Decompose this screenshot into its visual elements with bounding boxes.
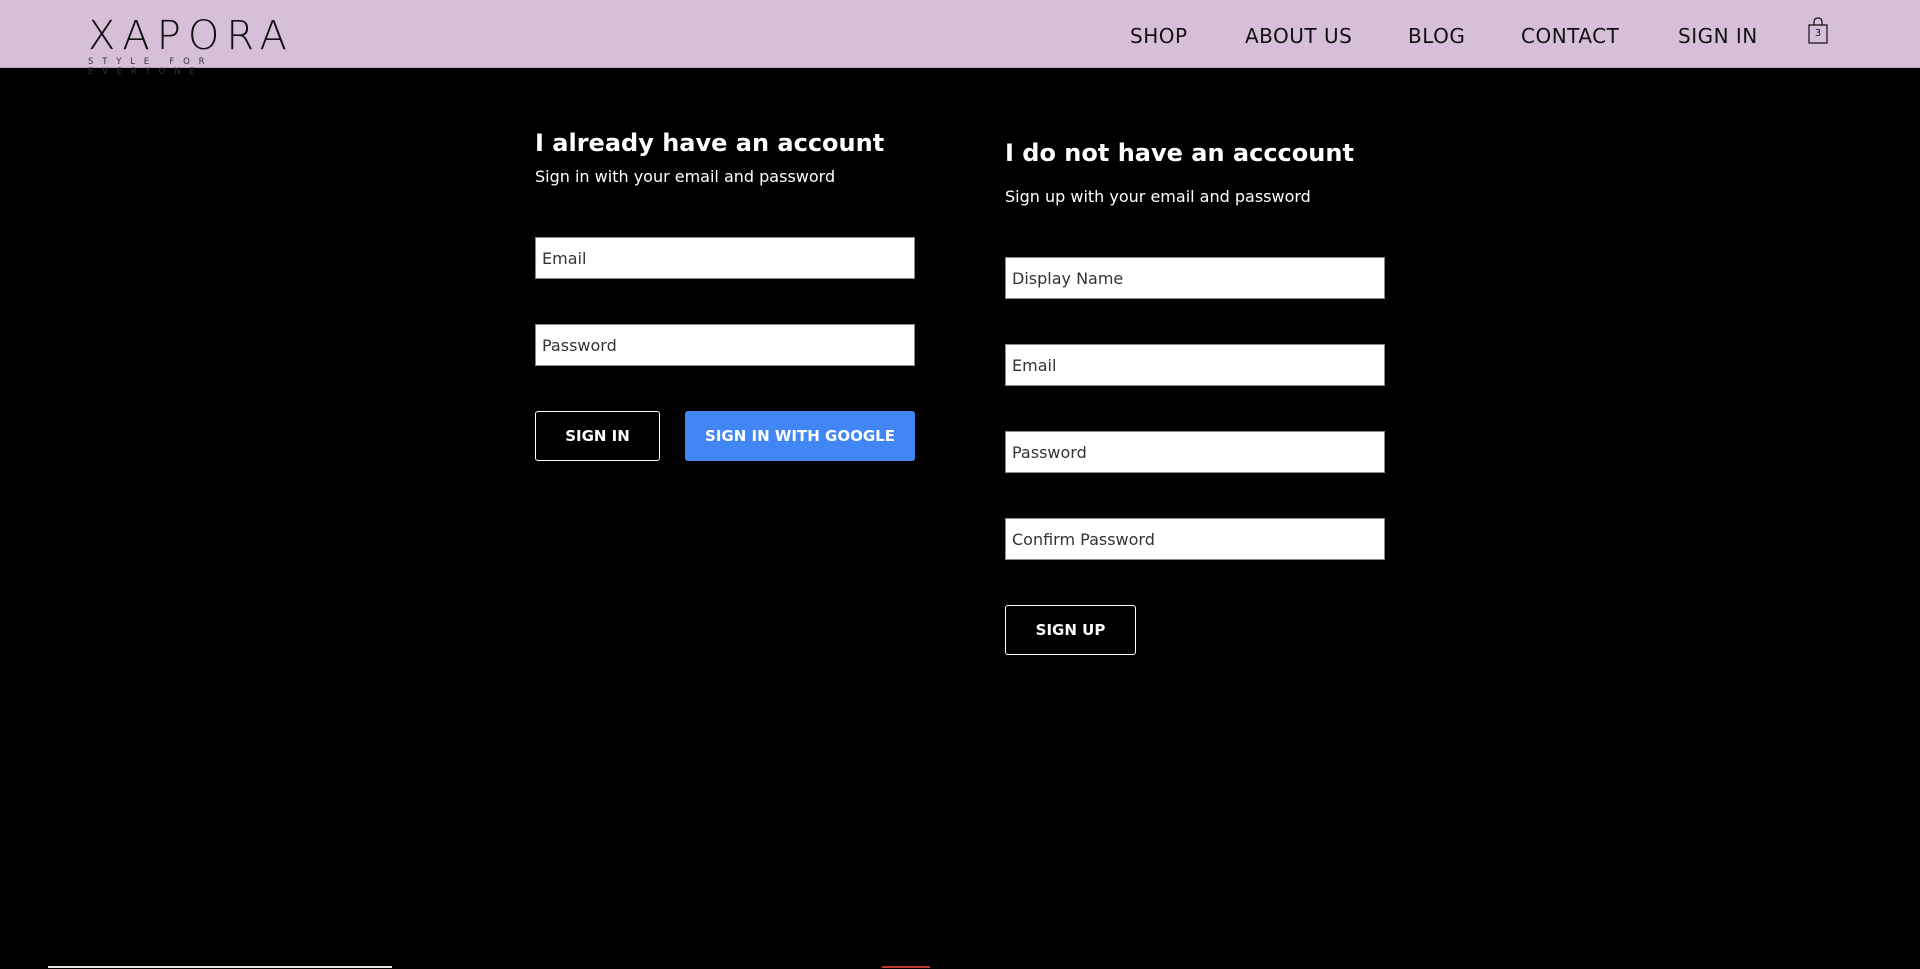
sign-in-button[interactable]: SIGN IN bbox=[535, 411, 660, 461]
sign-up-subtitle: Sign up with your email and password bbox=[1005, 187, 1311, 206]
nav-blog[interactable]: BLOG bbox=[1408, 24, 1465, 48]
logo-tagline: STYLE FOR EVERYONE bbox=[88, 57, 214, 77]
nav-shop[interactable]: SHOP bbox=[1130, 24, 1188, 48]
nav-contact[interactable]: CONTACT bbox=[1521, 24, 1619, 48]
logo-name: XAPORA bbox=[88, 13, 294, 59]
sign-up-button[interactable]: SIGN UP bbox=[1005, 605, 1136, 655]
cart-button[interactable]: 3 bbox=[1806, 16, 1830, 46]
sign-in-password-input[interactable] bbox=[535, 324, 915, 366]
sign-in-title: I already have an account bbox=[535, 129, 885, 157]
nav-sign-in[interactable]: SIGN IN bbox=[1678, 24, 1758, 48]
google-sign-in-button[interactable]: SIGN IN WITH GOOGLE bbox=[685, 411, 915, 461]
sign-up-password-input[interactable] bbox=[1005, 431, 1385, 473]
confirm-password-input[interactable] bbox=[1005, 518, 1385, 560]
sign-in-subtitle: Sign in with your email and password bbox=[535, 167, 836, 186]
nav-about-us[interactable]: ABOUT US bbox=[1245, 24, 1352, 48]
display-name-input[interactable] bbox=[1005, 257, 1385, 299]
site-header: XAPORA STYLE FOR EVERYONE SHOP ABOUT US … bbox=[0, 0, 1920, 77]
bottom-divider-accent bbox=[882, 966, 930, 968]
sign-in-email-input[interactable] bbox=[535, 237, 915, 279]
bottom-divider-left bbox=[48, 966, 392, 968]
cart-count: 3 bbox=[1814, 28, 1822, 39]
sign-up-title: I do not have an acccount bbox=[1005, 139, 1354, 167]
logo[interactable]: XAPORA STYLE FOR EVERYONE bbox=[88, 13, 294, 77]
sign-up-email-input[interactable] bbox=[1005, 344, 1385, 386]
